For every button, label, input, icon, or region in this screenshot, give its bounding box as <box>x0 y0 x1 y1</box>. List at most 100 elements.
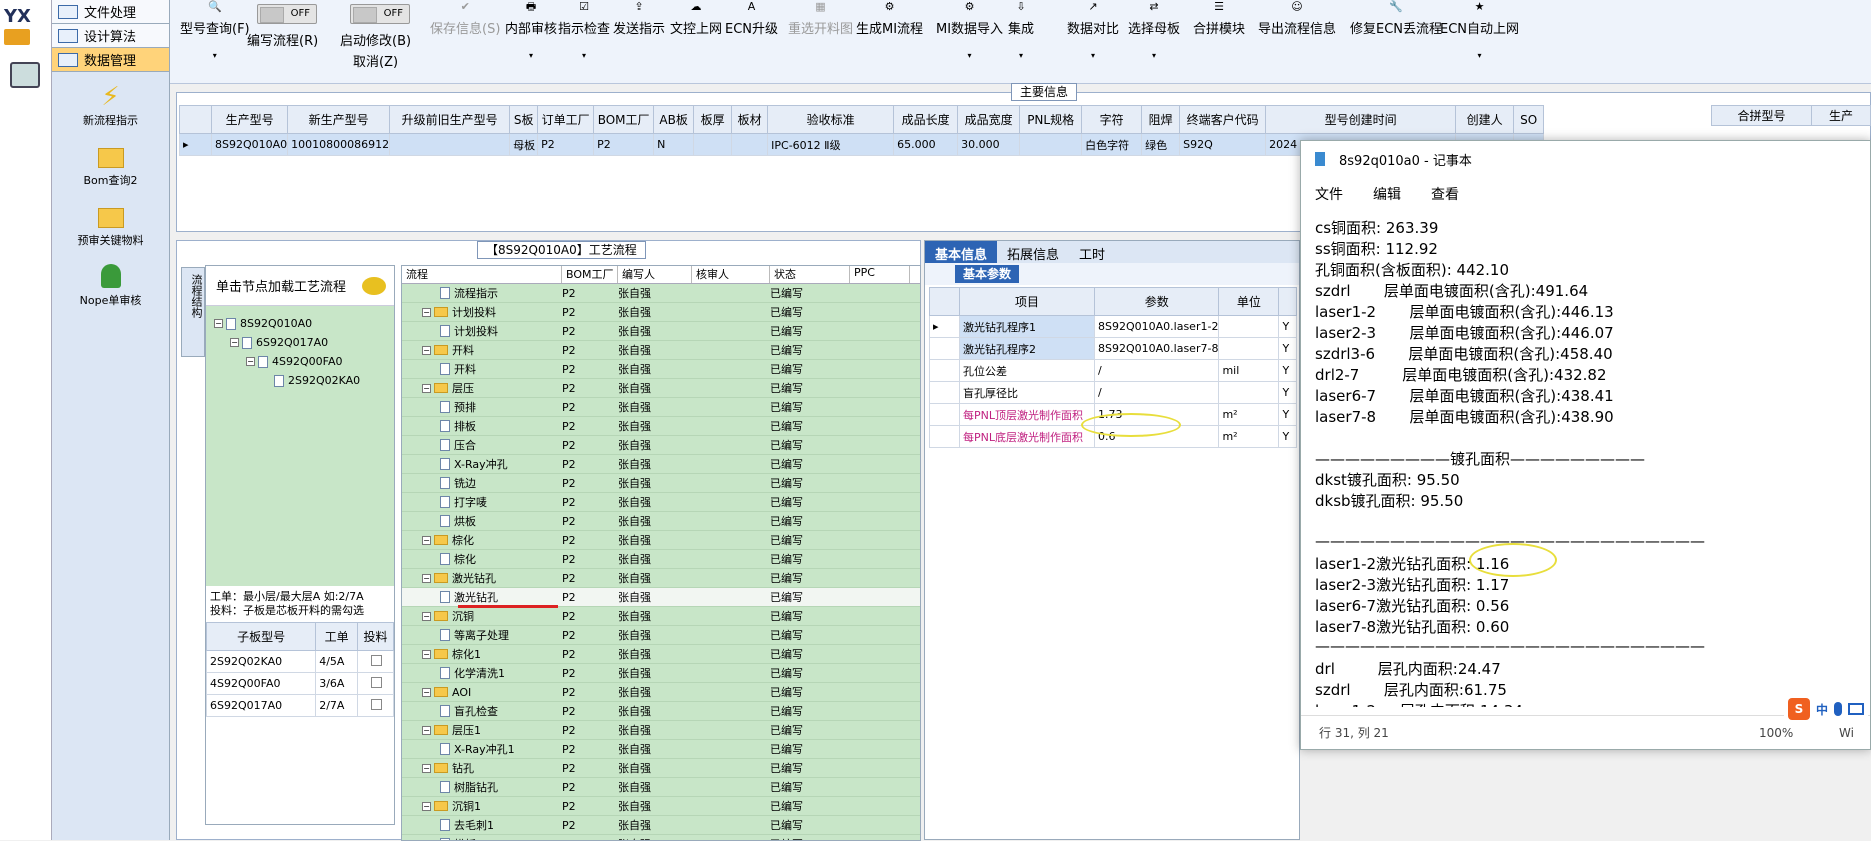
process-node[interactable]: 棕化 <box>402 551 562 567</box>
process-row[interactable]: 流程指示P2张自强已编写 <box>402 284 920 303</box>
subtab-basic-params[interactable]: 基本参数 <box>955 265 1019 283</box>
process-col-header[interactable]: 核审人 <box>692 266 770 283</box>
toolbar-button-8[interactable]: AECN升级 <box>725 0 778 37</box>
tree-node[interactable]: −8S92Q010A0 <box>214 314 386 333</box>
process-node[interactable]: −沉铜 <box>402 608 562 624</box>
process-node[interactable]: −开料 <box>402 342 562 358</box>
toolbar-button-1[interactable]: OFF编写流程(R) <box>247 0 318 49</box>
cell[interactable] <box>694 134 732 156</box>
process-node[interactable]: 烘板 <box>402 513 562 529</box>
cell[interactable]: IPC-6012 Ⅱ级 <box>768 134 894 156</box>
cell[interactable]: N <box>654 134 694 156</box>
nav-tab-file[interactable]: 文件处理 <box>52 0 169 24</box>
col-header[interactable]: 创建人 <box>1456 106 1514 134</box>
process-row[interactable]: 开料P2张自强已编写 <box>402 360 920 379</box>
work-order-header[interactable]: 工单 <box>316 623 358 651</box>
process-node[interactable]: 铣边 <box>402 475 562 491</box>
row-selector[interactable]: ▸ <box>180 134 212 156</box>
process-node[interactable]: 盲孔检查 <box>402 703 562 719</box>
toolbar-button-11[interactable]: ⚙MI数据导入▾ <box>936 0 1003 60</box>
feed-checkbox[interactable] <box>371 677 382 688</box>
process-row[interactable]: −AOIP2张自强已编写 <box>402 683 920 702</box>
toggle-switch[interactable]: OFF <box>350 4 410 24</box>
dropdown-arrow-icon[interactable]: ▾ <box>505 51 557 60</box>
cell[interactable]: 65.000 <box>894 134 958 156</box>
collapse-icon[interactable]: − <box>422 650 431 659</box>
process-row[interactable]: 盲孔检查P2张自强已编写 <box>402 702 920 721</box>
collapse-icon[interactable]: − <box>422 308 431 317</box>
process-node[interactable]: 化学清洗1 <box>402 665 562 681</box>
process-row[interactable]: −钻孔P2张自强已编写 <box>402 759 920 778</box>
nav-tab-data[interactable]: 数据管理 <box>52 48 169 72</box>
keyboard-icon[interactable] <box>1848 703 1864 715</box>
col-header[interactable]: 终端客户代码 <box>1180 106 1266 134</box>
row-selector[interactable]: ▸ <box>930 316 960 338</box>
collapse-icon[interactable]: − <box>422 802 431 811</box>
process-node[interactable]: X-Ray冲孔1 <box>402 741 562 757</box>
cell[interactable]: P2 <box>594 134 654 156</box>
toolbar-button-4[interactable]: 🖶内部审核▾ <box>505 0 557 60</box>
nav-item-nope[interactable]: Nope单审核 <box>52 252 169 312</box>
dropdown-arrow-icon[interactable]: ▾ <box>936 51 1003 60</box>
process-node[interactable]: 开料 <box>402 361 562 377</box>
dropdown-arrow-icon[interactable]: ▾ <box>1128 51 1180 60</box>
process-row[interactable]: 排板P2张自强已编写 <box>402 417 920 436</box>
process-col-header[interactable]: 状态 <box>770 266 850 283</box>
row-selector[interactable] <box>930 338 960 360</box>
process-node[interactable]: 排板 <box>402 418 562 434</box>
process-node[interactable]: −棕化1 <box>402 646 562 662</box>
toolbar-button-17[interactable]: 🔧修复ECN丢流程 <box>1350 0 1442 37</box>
process-row[interactable]: −层压1P2张自强已编写 <box>402 721 920 740</box>
cell[interactable]: 绿色 <box>1142 134 1180 156</box>
col-header[interactable]: BOM工厂 <box>594 106 654 134</box>
dropdown-arrow-icon[interactable]: ▾ <box>1440 51 1519 60</box>
process-row[interactable]: 烘板1P2张自强已编写 <box>402 835 920 841</box>
notepad-menu-0[interactable]: 文件 <box>1315 184 1343 204</box>
process-node[interactable]: −层压1 <box>402 722 562 738</box>
toolbar-button-0[interactable]: 🔍型号查询(F)▾ <box>180 0 250 60</box>
col-header[interactable]: AB板 <box>654 106 694 134</box>
col-header[interactable]: 订单工厂 <box>538 106 594 134</box>
process-node[interactable]: 等离子处理 <box>402 627 562 643</box>
process-col-header[interactable]: BOM工厂 <box>562 266 618 283</box>
col-header[interactable]: S板 <box>510 106 538 134</box>
collapse-icon[interactable]: − <box>422 384 431 393</box>
process-row[interactable]: X-Ray冲孔1P2张自强已编写 <box>402 740 920 759</box>
table-row[interactable]: ▸激光钻孔程序18S92Q010A0.laser1-2Y <box>930 316 1297 338</box>
toolbar-button-12[interactable]: ⇩集成▾ <box>1008 0 1034 60</box>
table-row[interactable]: 6S92Q017A02/7A <box>207 695 394 717</box>
process-row[interactable]: 去毛刺1P2张自强已编写 <box>402 816 920 835</box>
notepad-menu-2[interactable]: 查看 <box>1431 184 1459 204</box>
process-row[interactable]: 烘板P2张自强已编写 <box>402 512 920 531</box>
toolbar-button-16[interactable]: ☺导出流程信息 <box>1258 0 1336 37</box>
nav-item-material[interactable]: 预审关键物料 <box>52 192 169 252</box>
process-node[interactable]: 计划投料 <box>402 323 562 339</box>
param-value[interactable]: / <box>1095 360 1219 382</box>
row-selector[interactable] <box>930 404 960 426</box>
col-header[interactable]: 验收标准 <box>768 106 894 134</box>
cell[interactable]: P2 <box>538 134 594 156</box>
toolbar-button-14[interactable]: ⇄选择母板▾ <box>1128 0 1180 60</box>
notepad-text-area[interactable]: cs铜面积: 263.39ss铜面积: 112.92孔铜面积(含板面积): 44… <box>1301 211 1870 707</box>
col-header[interactable]: 型号创建时间 <box>1266 106 1456 134</box>
collapse-icon[interactable]: − <box>230 338 239 347</box>
collapse-icon[interactable]: − <box>422 346 431 355</box>
table-row[interactable]: 2S92Q02KA04/5A <box>207 651 394 673</box>
col-header[interactable]: 成品宽度 <box>958 106 1020 134</box>
process-node[interactable]: 预排 <box>402 399 562 415</box>
process-node[interactable]: −激光钻孔 <box>402 570 562 586</box>
process-node[interactable]: 压合 <box>402 437 562 453</box>
dropdown-arrow-icon[interactable]: ▾ <box>558 51 610 60</box>
col-header[interactable]: 板材 <box>732 106 768 134</box>
process-col-header[interactable]: PPC <box>850 266 910 283</box>
process-row[interactable]: −沉铜P2张自强已编写 <box>402 607 920 626</box>
nav-tab-algorithm[interactable]: 设计算法 <box>52 24 169 48</box>
row-selector[interactable] <box>930 426 960 448</box>
process-node[interactable]: −钻孔 <box>402 760 562 776</box>
notepad-menu-1[interactable]: 编辑 <box>1373 184 1401 204</box>
collapse-icon[interactable]: − <box>422 612 431 621</box>
zoom-level[interactable]: 100% <box>1759 726 1839 740</box>
process-row[interactable]: 棕化P2张自强已编写 <box>402 550 920 569</box>
param-value[interactable]: / <box>1095 382 1219 404</box>
process-node[interactable]: 去毛刺1 <box>402 817 562 833</box>
